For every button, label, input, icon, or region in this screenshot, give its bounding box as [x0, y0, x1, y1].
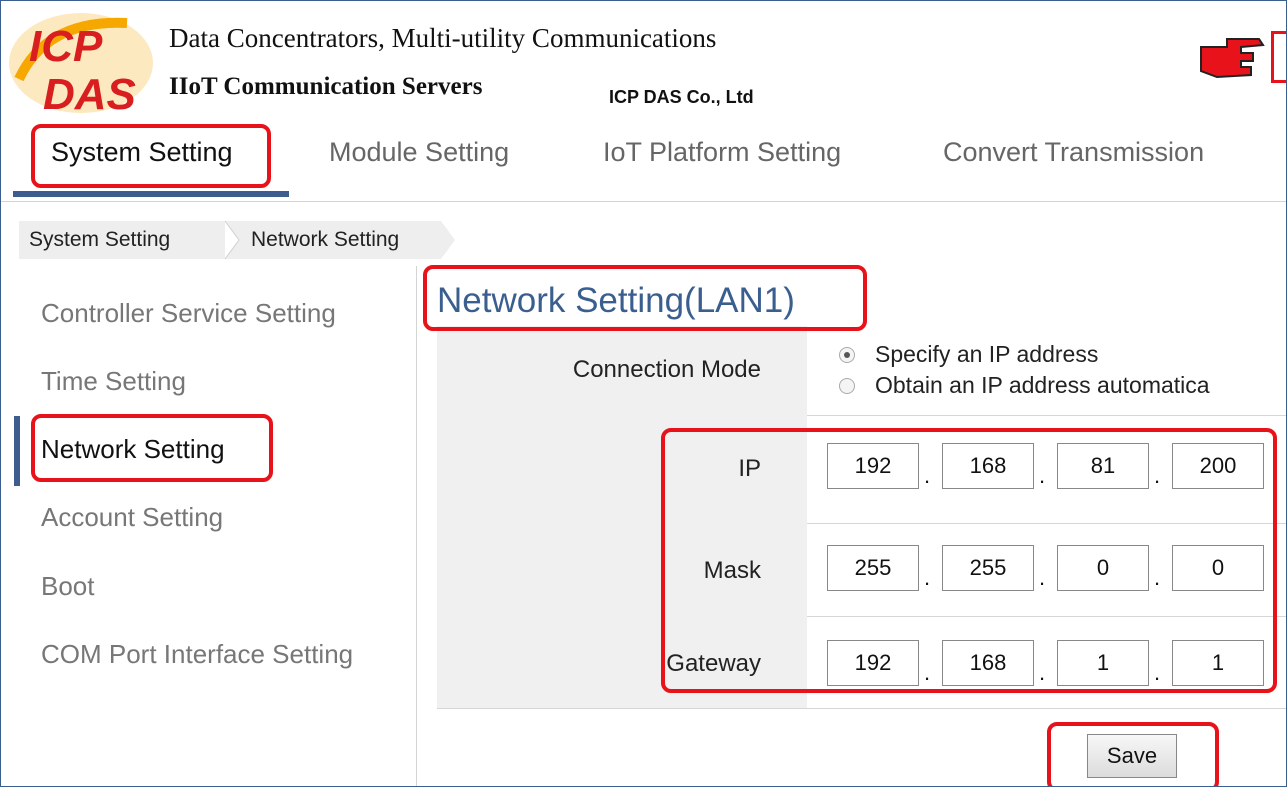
connection-mode-label: Connection Mode — [572, 356, 761, 383]
active-tab-indicator — [13, 191, 289, 197]
sidebar-active-indicator — [14, 416, 20, 486]
annotation-save — [1047, 722, 1219, 786]
logo-text-bottom: DAS — [43, 70, 136, 117]
breadcrumb-separator-icon — [225, 221, 247, 259]
annotation-corner — [1271, 31, 1286, 83]
header-title-line2: IIoT Communication Servers — [169, 73, 483, 100]
annotation-ip-fields — [661, 428, 1277, 693]
radio-obtain-ip[interactable] — [839, 378, 855, 394]
sidebar-item-time-setting[interactable]: Time Setting — [41, 366, 186, 397]
label-cell: Connection Mode — [437, 326, 807, 415]
sidebar: Controller Service Setting Time Setting … — [1, 266, 417, 786]
breadcrumb-end-icon — [441, 221, 455, 259]
radio-obtain-ip-label[interactable]: Obtain an IP address automatica — [875, 372, 1210, 399]
header-title-line1: Data Concentrators, Multi-utility Commun… — [169, 23, 717, 53]
sidebar-item-boot[interactable]: Boot — [41, 571, 95, 602]
tab-convert-transmission[interactable]: Convert Transmission — [943, 137, 1204, 168]
sidebar-item-controller-service[interactable]: Controller Service Setting — [41, 298, 336, 329]
sidebar-item-com-port[interactable]: COM Port Interface Setting — [41, 639, 353, 670]
logo-text-top: ICP — [29, 22, 103, 71]
radio-specify-ip[interactable] — [839, 347, 855, 363]
tab-module-setting[interactable]: Module Setting — [329, 137, 509, 168]
company-name: ICP DAS Co., Ltd — [609, 87, 754, 107]
connection-mode-row: Connection Mode Specify an IP address Ob… — [437, 326, 1286, 416]
sidebar-item-account-setting[interactable]: Account Setting — [41, 502, 223, 533]
app-frame: ICP DAS Data Concentrators, Multi-utilit… — [0, 0, 1287, 787]
annotation-title — [423, 265, 867, 331]
radio-specify-ip-label[interactable]: Specify an IP address — [875, 341, 1098, 368]
breadcrumb-item-system-setting[interactable]: System Setting — [19, 221, 225, 259]
breadcrumb-item-network-setting[interactable]: Network Setting — [245, 221, 441, 259]
annotation-network-setting — [31, 414, 273, 482]
tab-iot-platform-setting[interactable]: IoT Platform Setting — [603, 137, 841, 168]
pointing-hand-icon — [1200, 38, 1265, 79]
header: ICP DAS Data Concentrators, Multi-utilit… — [1, 1, 1286, 119]
icp-das-logo: ICP DAS — [9, 13, 153, 117]
annotation-system-setting — [31, 124, 271, 188]
